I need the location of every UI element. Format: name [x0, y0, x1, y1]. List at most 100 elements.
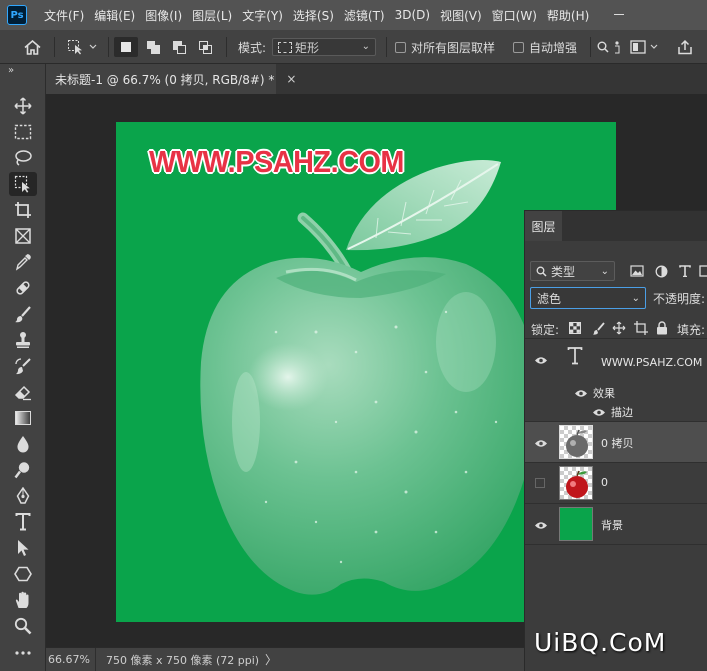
zoom-level-field[interactable]: 66.67% [46, 648, 96, 671]
visibility-eye-icon[interactable] [533, 354, 549, 366]
eye-icon [535, 521, 547, 529]
lock-image-pixels-button[interactable] [591, 321, 605, 335]
layer-thumbnail [559, 507, 593, 541]
menu-image[interactable]: 图像(I) [140, 7, 187, 24]
bandage-icon [16, 281, 30, 295]
watermark-text-layer: WWW.PSAHZ.COM [149, 144, 404, 179]
eyedropper-tool[interactable] [9, 250, 37, 274]
filter-shape-layers-button[interactable] [697, 264, 707, 278]
close-icon[interactable]: × [286, 72, 296, 86]
mode-value: 矩形 [295, 40, 320, 55]
menu-help[interactable]: 帮助(H) [542, 7, 594, 24]
new-selection-button[interactable] [114, 37, 138, 57]
healing-brush-tool[interactable] [9, 276, 37, 300]
lock-artboard-button[interactable] [634, 321, 648, 335]
menu-type[interactable]: 文字(Y) [237, 7, 288, 24]
menu-edit[interactable]: 编辑(E) [89, 7, 140, 24]
magnifier-icon [14, 617, 32, 635]
layer-row-text[interactable]: WWW.PSAHZ.COM 效果 描边 [525, 340, 707, 422]
path-selection-tool[interactable] [9, 536, 37, 560]
collapse-toolbar-icon[interactable]: » [8, 65, 14, 76]
visibility-toggle-off[interactable] [535, 478, 545, 488]
eraser-tool[interactable] [9, 380, 37, 404]
tool-preset-picker[interactable] [64, 37, 100, 57]
menu-3d[interactable]: 3D(D) [390, 8, 435, 22]
layer-name[interactable]: 0 拷贝 [601, 435, 634, 451]
artboard-icon [634, 321, 648, 335]
menu-file[interactable]: 文件(F) [39, 7, 89, 24]
blur-tool[interactable] [9, 432, 37, 456]
menu-layer[interactable]: 图层(L) [187, 7, 237, 24]
dodge-tool[interactable] [9, 458, 37, 482]
home-button[interactable] [22, 37, 42, 57]
gradient-tool[interactable] [9, 406, 37, 430]
menu-bar: Ps 文件(F) 编辑(E) 图像(I) 图层(L) 文字(Y) 选择(S) 滤… [0, 0, 707, 30]
stroke-effect-eye-icon[interactable] [591, 406, 607, 418]
lock-label: 锁定: [531, 323, 560, 337]
auto-enhance-checkbox[interactable]: 自动增强 [513, 37, 577, 57]
layer-thumbnail [559, 425, 593, 459]
opacity-label[interactable]: 不透明度: [653, 290, 705, 307]
crop-tool[interactable] [9, 198, 37, 222]
visibility-eye-icon[interactable] [533, 519, 549, 531]
menu-view[interactable]: 视图(V) [435, 7, 487, 24]
layer-row-background[interactable]: 背景 [525, 504, 707, 545]
document-tab[interactable]: 未标题-1 @ 66.7% (0 拷贝, RGB/8#) * × [46, 64, 296, 94]
layer-name[interactable]: 0 [601, 476, 608, 489]
frame-tool[interactable] [9, 224, 37, 248]
status-menu-arrow-icon[interactable]: 〉 [265, 651, 277, 668]
workspace-switcher[interactable] [628, 37, 662, 57]
layer-thumbnail [559, 466, 593, 500]
fill-label[interactable]: 填充: [677, 321, 705, 338]
share-button[interactable] [674, 37, 696, 57]
filter-pixel-layers-button[interactable] [629, 264, 645, 278]
visibility-eye-icon[interactable] [533, 437, 549, 449]
auto-enhance-label: 自动增强 [529, 40, 578, 55]
menu-window[interactable]: 窗口(W) [487, 7, 542, 24]
hand-tool[interactable] [9, 588, 37, 612]
layer-kind-filter[interactable]: 类型 ⌄ [530, 261, 615, 281]
layer-name[interactable]: 背景 [601, 517, 623, 533]
pen-tool[interactable] [9, 484, 37, 508]
tab-layers[interactable]: 图层 [525, 211, 562, 241]
type-tool[interactable] [9, 510, 37, 534]
lasso-tool[interactable] [9, 146, 37, 170]
more-tools[interactable] [9, 641, 37, 665]
filter-type-layers-button[interactable] [677, 264, 693, 278]
intersect-selection-button[interactable] [194, 37, 216, 57]
shape-tool[interactable] [9, 562, 37, 586]
zoom-tool[interactable] [9, 614, 37, 638]
history-brush-tool[interactable] [9, 354, 37, 378]
filter-adjustment-layers-button[interactable] [653, 264, 669, 278]
pen-icon [16, 487, 30, 504]
brush-tool[interactable] [9, 302, 37, 326]
share-icon [678, 39, 692, 55]
photoshop-logo[interactable]: Ps [7, 5, 27, 25]
lock-all-button[interactable] [655, 321, 669, 335]
stroke-effect-label[interactable]: 描边 [611, 404, 633, 420]
lock-position-button[interactable] [612, 321, 626, 335]
move-tool[interactable] [9, 94, 37, 118]
menu-filter[interactable]: 滤镜(T) [339, 7, 390, 24]
subtract-from-selection-button[interactable] [168, 37, 190, 57]
eye-icon [535, 439, 547, 447]
object-selection-tool[interactable] [9, 172, 37, 196]
effects-visibility-eye-icon[interactable] [573, 387, 589, 399]
layer-name[interactable]: WWW.PSAHZ.COM [601, 356, 702, 369]
sample-all-layers-label: 对所有图层取样 [411, 40, 496, 55]
sample-all-layers-checkbox[interactable]: 对所有图层取样 [395, 37, 495, 57]
add-to-selection-button[interactable] [142, 37, 164, 57]
layer-row-selected[interactable]: 0 拷贝 [525, 422, 707, 463]
blend-mode-select[interactable]: 滤色 ⌄ [530, 287, 646, 309]
layer-row-hidden[interactable]: 0 [525, 463, 707, 504]
shape-icon [699, 265, 707, 277]
rectangular-marquee-tool[interactable] [9, 120, 37, 144]
menu-select[interactable]: 选择(S) [288, 7, 339, 24]
clone-stamp-tool[interactable] [9, 328, 37, 352]
divider [386, 37, 387, 57]
arrow-cursor-icon [18, 540, 29, 556]
lock-transparent-pixels-button[interactable] [568, 321, 582, 335]
minimize-button[interactable] [606, 3, 632, 25]
mode-select[interactable]: 矩形 ⌄ [272, 38, 376, 56]
search-button[interactable] [596, 37, 626, 57]
